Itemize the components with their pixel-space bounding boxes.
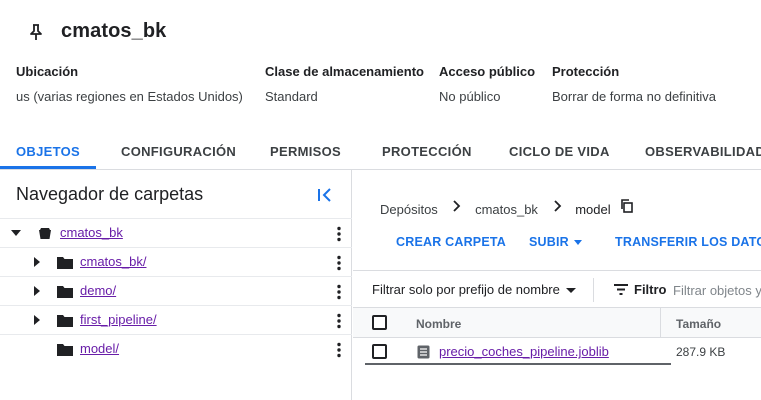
tab-bar: OBJETOS CONFIGURACIÓN PERMISOS PROTECCIÓ… (0, 134, 761, 170)
info-value: Standard (265, 89, 318, 104)
object-browser: Depósitos cmatos_bk model CREAR CARPETA … (353, 170, 761, 400)
folder-icon (57, 286, 73, 298)
tab-observability[interactable]: OBSERVABILIDAD (645, 134, 761, 169)
more-options-icon[interactable] (334, 284, 344, 300)
folder-icon (57, 344, 73, 356)
info-storage-class: Clase de almacenamiento Standard (265, 64, 424, 104)
caret-right-icon[interactable] (31, 285, 43, 297)
caret-down-icon (573, 240, 582, 246)
select-all-checkbox[interactable] (372, 315, 387, 330)
upload-button[interactable]: SUBIR (529, 235, 582, 249)
breadcrumb: Depósitos cmatos_bk model (380, 199, 634, 217)
info-label: Clase de almacenamiento (265, 64, 424, 79)
more-options-icon[interactable] (334, 313, 344, 329)
table-header: Nombre Tamaño (353, 308, 761, 338)
tree-item-folder[interactable]: cmatos_bk/ (0, 247, 352, 276)
caret-down-icon[interactable] (10, 227, 22, 239)
info-public-access: Acceso público No público (439, 64, 535, 104)
collapse-panel-icon[interactable] (313, 184, 337, 206)
filter-label[interactable]: Filtro (634, 282, 667, 297)
file-size: 287.9 KB (676, 345, 726, 359)
tree-item-folder[interactable]: demo/ (0, 276, 352, 305)
chevron-right-icon (553, 200, 561, 212)
file-name-link[interactable]: precio_coches_pipeline.joblib (439, 344, 609, 359)
horizontal-scrollbar[interactable] (365, 363, 671, 365)
create-folder-button[interactable]: CREAR CARPETA (396, 235, 506, 249)
active-tab-indicator (0, 166, 96, 169)
info-value: No público (439, 89, 501, 104)
tab-permissions[interactable]: PERMISOS (270, 134, 341, 169)
pin-icon[interactable] (28, 23, 44, 41)
caret-right-icon[interactable] (31, 256, 43, 268)
info-value: Borrar de forma no definitiva (552, 89, 717, 104)
breadcrumb-bucket-link[interactable]: cmatos_bk (475, 202, 538, 217)
table-row[interactable]: precio_coches_pipeline.joblib 287.9 KB (353, 338, 761, 366)
prefix-filter-dropdown[interactable]: Filtrar solo por prefijo de nombre (372, 282, 576, 297)
file-icon (417, 345, 430, 359)
tree-item-label[interactable]: first_pipeline/ (80, 312, 157, 327)
more-options-icon[interactable] (334, 342, 344, 358)
upload-label: SUBIR (529, 235, 569, 249)
bucket-title: cmatos_bk (61, 20, 167, 42)
info-value: us (varias regiones en Estados Unidos) (16, 89, 243, 104)
transfer-data-button[interactable]: TRANSFERIR LOS DATOS (615, 235, 761, 249)
filter-icon[interactable] (613, 283, 629, 296)
chevron-right-icon (453, 200, 461, 212)
column-header-name[interactable]: Nombre (416, 317, 461, 331)
tree-item-bucket[interactable]: cmatos_bk (0, 218, 352, 247)
caret-down-icon (565, 288, 576, 294)
info-label: Protección (552, 64, 620, 79)
filter-input[interactable] (673, 280, 761, 300)
tab-lifecycle[interactable]: CICLO DE VIDA (509, 134, 610, 169)
bucket-icon (39, 228, 51, 239)
info-label: Ubicación (16, 64, 79, 79)
tree-item-folder[interactable]: first_pipeline/ (0, 305, 352, 334)
copy-icon[interactable] (620, 199, 634, 213)
tab-configuration[interactable]: CONFIGURACIÓN (121, 134, 236, 169)
breadcrumb-current: model (575, 202, 611, 218)
caret-right-icon[interactable] (31, 314, 43, 326)
tree-item-folder[interactable]: model/ (0, 334, 352, 363)
tree-item-label[interactable]: model/ (80, 341, 119, 356)
row-checkbox[interactable] (372, 344, 387, 359)
column-header-size[interactable]: Tamaño (676, 317, 721, 331)
breadcrumb-buckets-link[interactable]: Depósitos (380, 202, 438, 217)
folder-icon (57, 257, 73, 269)
bucket-header: cmatos_bk (0, 0, 761, 64)
divider (593, 278, 594, 302)
column-divider[interactable] (660, 308, 661, 338)
prefix-filter-label: Filtrar solo por prefijo de nombre (372, 282, 560, 297)
tab-protection[interactable]: PROTECCIÓN (382, 134, 472, 169)
filter-bar: Filtrar solo por prefijo de nombre Filtr… (353, 270, 761, 308)
info-label: Acceso público (439, 64, 536, 79)
folder-navigator: Navegador de carpetas cmatos_bk cmatos_b… (0, 170, 352, 400)
more-options-icon[interactable] (334, 255, 344, 271)
tree-item-label[interactable]: demo/ (80, 283, 116, 298)
tree-item-label[interactable]: cmatos_bk/ (80, 254, 146, 269)
info-location: Ubicación us (varias regiones en Estados… (16, 64, 243, 104)
tree-item-label[interactable]: cmatos_bk (60, 225, 123, 240)
info-protection: Protección Borrar de forma no definitiva (552, 64, 716, 104)
tab-objects[interactable]: OBJETOS (16, 134, 80, 169)
folder-icon (57, 315, 73, 327)
folder-navigator-title: Navegador de carpetas (16, 184, 204, 204)
more-options-icon[interactable] (334, 226, 344, 242)
